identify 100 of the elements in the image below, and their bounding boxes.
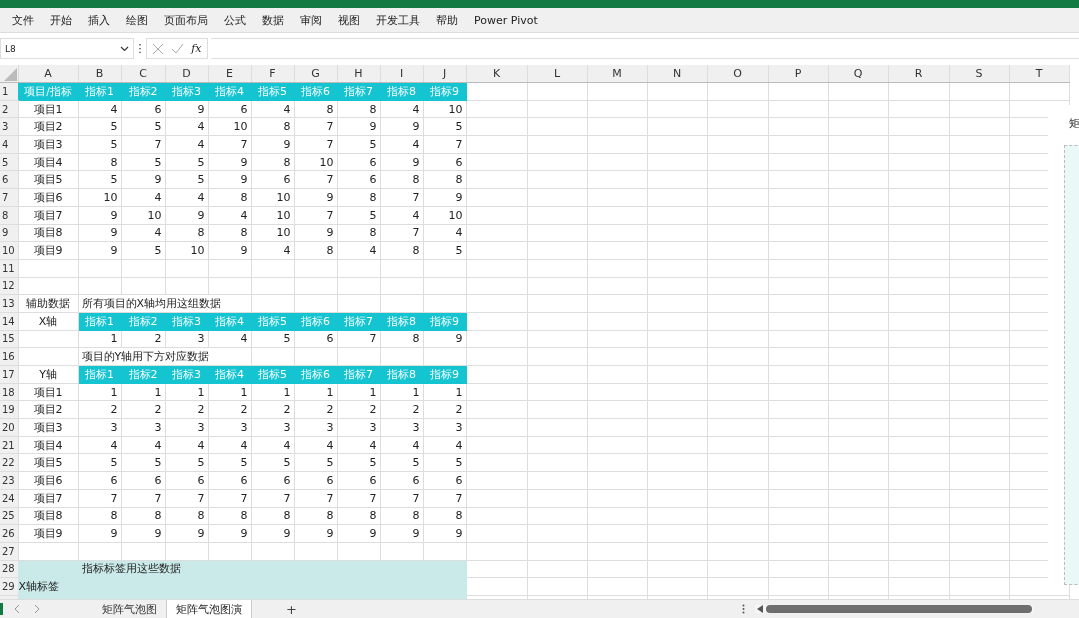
cell-value: 8 [412, 332, 420, 346]
row-label: 项目4 [33, 155, 63, 169]
column-heading: 指标9 [430, 84, 459, 98]
cell-value: 1 [154, 385, 162, 399]
row-label: 项目5 [33, 456, 63, 470]
scroll-left-icon[interactable] [757, 605, 763, 613]
cell-value: 8 [197, 226, 205, 240]
cell-value: 4 [197, 137, 205, 151]
cell-value: 2 [283, 403, 291, 417]
cell-value: 9 [326, 190, 334, 204]
insert-function-button[interactable]: fx [191, 42, 202, 55]
cell-value: 1 [369, 385, 377, 399]
cell-value: 5 [197, 173, 205, 187]
chart-area[interactable]: 矩 [1048, 105, 1079, 585]
cell-value: 6 [369, 173, 377, 187]
column-heading: 指标5 [258, 314, 287, 328]
menu-item[interactable]: 视图 [330, 12, 368, 28]
cell-value: 10 [147, 208, 162, 222]
cell-value: 8 [369, 509, 377, 523]
column-header[interactable]: E [208, 65, 251, 83]
cell-value: 9 [240, 527, 248, 541]
next-sheet-icon[interactable] [33, 604, 41, 614]
cell-value: 2 [326, 403, 334, 417]
column-header[interactable]: R [888, 65, 949, 83]
cell-value: 4 [154, 438, 162, 452]
column-header[interactable]: A [18, 65, 78, 83]
column-header[interactable]: Q [828, 65, 888, 83]
cell-value: 3 [154, 420, 162, 434]
menu-item[interactable]: 审阅 [292, 12, 330, 28]
column-heading: 指标5 [258, 367, 287, 381]
column-header[interactable]: I [380, 65, 423, 83]
row-label: 项目1 [33, 102, 63, 116]
menu-item[interactable]: 页面布局 [156, 12, 216, 28]
row-label: 项目8 [33, 509, 63, 523]
cell-value: 4 [197, 190, 205, 204]
column-heading: 指标8 [387, 314, 416, 328]
menu-item[interactable]: 公式 [216, 12, 254, 28]
menu-item[interactable]: 开发工具 [368, 12, 428, 28]
cancel-icon[interactable] [152, 42, 165, 55]
cell-value: 9 [197, 102, 205, 116]
formula-field[interactable] [211, 38, 1079, 59]
column-header[interactable]: L [527, 65, 587, 83]
previous-sheet-icon[interactable] [13, 604, 21, 614]
name-box[interactable]: L8 [0, 38, 134, 59]
sheet-tab[interactable]: 矩阵气泡图 [93, 600, 166, 618]
cell-value: 7 [283, 491, 291, 505]
cell-value: 8 [283, 120, 291, 134]
column-header[interactable]: O [707, 65, 768, 83]
more-button[interactable]: ⋮ [137, 38, 143, 59]
cell-value: 5 [154, 155, 162, 169]
cell-value: 5 [154, 120, 162, 134]
cell-value: 10 [276, 208, 291, 222]
column-heading: 指标2 [128, 84, 158, 98]
column-heading: 指标3 [172, 314, 201, 328]
menu-item[interactable]: 数据 [254, 12, 292, 28]
check-icon[interactable] [171, 43, 185, 54]
column-header[interactable]: C [121, 65, 165, 83]
column-header[interactable]: B [78, 65, 121, 83]
column-header[interactable]: G [294, 65, 337, 83]
cell-value: 3 [240, 420, 248, 434]
cell-value: 10 [103, 190, 118, 204]
menu-item[interactable]: Power Pivot [466, 13, 546, 27]
column-header[interactable]: H [337, 65, 380, 83]
cell-value: 8 [326, 509, 334, 523]
row-label: 项目7 [33, 208, 63, 222]
cell-value: 5 [283, 456, 291, 470]
cell-value: 6 [154, 102, 162, 116]
menu-item[interactable]: 插入 [80, 12, 118, 28]
sheet-icon [0, 603, 3, 615]
column-header[interactable]: P [768, 65, 828, 83]
column-header[interactable]: D [165, 65, 208, 83]
add-sheet-button[interactable]: + [286, 601, 742, 617]
column-header[interactable]: K [466, 65, 527, 83]
cell-value: 6 [326, 473, 334, 487]
cell-value: 3 [197, 420, 205, 434]
row-label: Y轴 [39, 367, 57, 381]
column-header[interactable]: N [647, 65, 707, 83]
cell-value: 2 [455, 403, 463, 417]
cell-value: 8 [197, 509, 205, 523]
row-label: 项目1 [33, 385, 63, 399]
row-label: 辅助数据 [26, 297, 70, 311]
column-header[interactable]: T [1009, 65, 1069, 83]
cell-value: 1 [412, 385, 420, 399]
cell-value: 8 [455, 173, 463, 187]
column-header[interactable]: J [423, 65, 466, 83]
caret-icon [120, 45, 129, 52]
menu-item[interactable]: 帮助 [428, 12, 466, 28]
cell-value: 4 [154, 226, 162, 240]
splitter-icon[interactable] [742, 604, 745, 614]
column-header[interactable]: F [251, 65, 294, 83]
column-header[interactable]: M [587, 65, 647, 83]
menu-item[interactable]: 开始 [42, 12, 80, 28]
cell-value: 9 [455, 332, 463, 346]
cell-value: 4 [197, 438, 205, 452]
column-heading: 指标1 [85, 367, 114, 381]
sheet-tab[interactable]: 矩阵气泡图演 [166, 600, 252, 618]
cell-value: 1 [455, 385, 463, 399]
menu-item[interactable]: 文件 [4, 12, 42, 28]
column-header[interactable]: S [949, 65, 1009, 83]
menu-item[interactable]: 绘图 [118, 12, 156, 28]
